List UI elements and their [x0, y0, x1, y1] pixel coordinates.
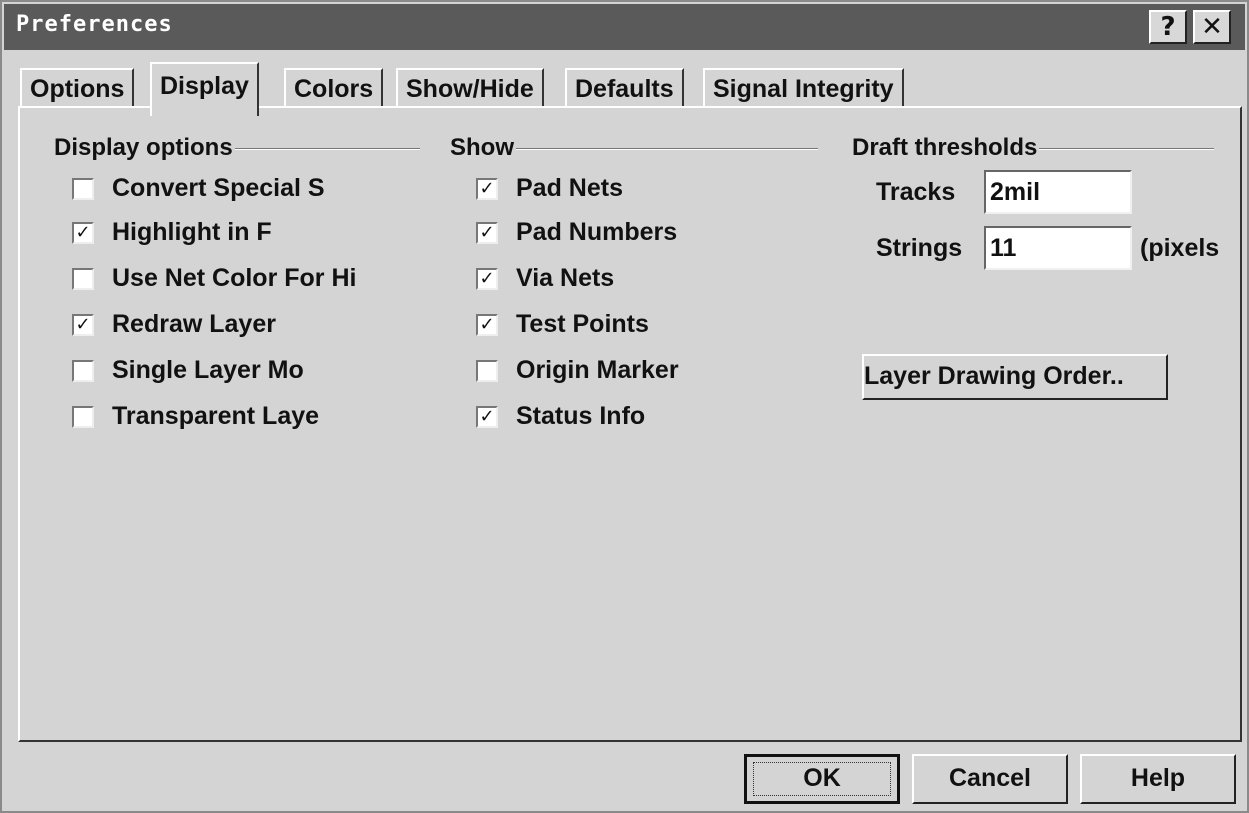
- checkbox-box[interactable]: [72, 268, 94, 290]
- tracks-input[interactable]: 2mil: [984, 170, 1132, 214]
- display-tab-panel: Display options Convert Special S ✓ High…: [18, 106, 1242, 742]
- help-icon[interactable]: ?: [1149, 10, 1187, 44]
- checkbox-box[interactable]: ✓: [72, 314, 94, 336]
- checkbox-label: Pad Numbers: [516, 218, 678, 246]
- title-bar[interactable]: Preferences ? ✕: [4, 4, 1245, 50]
- checkbox-box[interactable]: [476, 360, 498, 382]
- layer-drawing-order-button[interactable]: Layer Drawing Order..: [862, 354, 1168, 400]
- strings-input[interactable]: 11: [984, 226, 1132, 270]
- checkbox-box[interactable]: ✓: [476, 406, 498, 428]
- checkbox-label: Pad Nets: [516, 174, 623, 202]
- checkbox-label: Test Points: [516, 310, 649, 338]
- strings-unit: (pixels: [1140, 234, 1220, 262]
- checkbox-box[interactable]: ✓: [476, 178, 498, 200]
- checkbox-box[interactable]: [72, 178, 94, 200]
- checkbox-label: Origin Marker: [516, 356, 679, 384]
- close-icon[interactable]: ✕: [1193, 10, 1231, 44]
- checkbox-label: Highlight in F: [112, 218, 272, 246]
- cancel-button[interactable]: Cancel: [912, 754, 1068, 804]
- checkbox-label: Use Net Color For Hi: [112, 264, 357, 292]
- tab-display[interactable]: Display: [150, 62, 259, 116]
- tab-colors[interactable]: Colors: [284, 68, 384, 108]
- ok-button[interactable]: OK: [744, 754, 900, 804]
- draft-thresholds-heading: Draft thresholds: [850, 134, 1040, 162]
- display-options-heading: Display options: [52, 134, 235, 162]
- show-heading: Show: [448, 134, 516, 162]
- strings-label: Strings: [876, 234, 963, 262]
- checkbox-box[interactable]: [72, 406, 94, 428]
- checkbox-box[interactable]: ✓: [476, 314, 498, 336]
- checkbox-label: Transparent Laye: [112, 402, 320, 430]
- checkbox-label: Via Nets: [516, 264, 615, 292]
- checkbox-box[interactable]: ✓: [476, 268, 498, 290]
- checkbox-label: Convert Special S: [112, 174, 325, 202]
- preferences-dialog: Preferences ? ✕ Options Display Colors S…: [0, 0, 1249, 813]
- checkbox-label: Status Info: [516, 402, 646, 430]
- focus-rect: [753, 762, 891, 796]
- checkbox-box[interactable]: ✓: [72, 222, 94, 244]
- help-button[interactable]: Help: [1080, 754, 1236, 804]
- tab-show-hide[interactable]: Show/Hide: [396, 68, 544, 108]
- tab-defaults[interactable]: Defaults: [565, 68, 684, 108]
- dialog-title: Preferences: [16, 12, 173, 37]
- checkbox-label: Single Layer Mo: [112, 356, 304, 384]
- checkbox-box[interactable]: ✓: [476, 222, 498, 244]
- tab-signal-integrity[interactable]: Signal Integrity: [703, 68, 904, 108]
- checkbox-box[interactable]: [72, 360, 94, 382]
- tab-options[interactable]: Options: [20, 68, 135, 108]
- tracks-label: Tracks: [876, 178, 956, 206]
- checkbox-label: Redraw Layer: [112, 310, 276, 338]
